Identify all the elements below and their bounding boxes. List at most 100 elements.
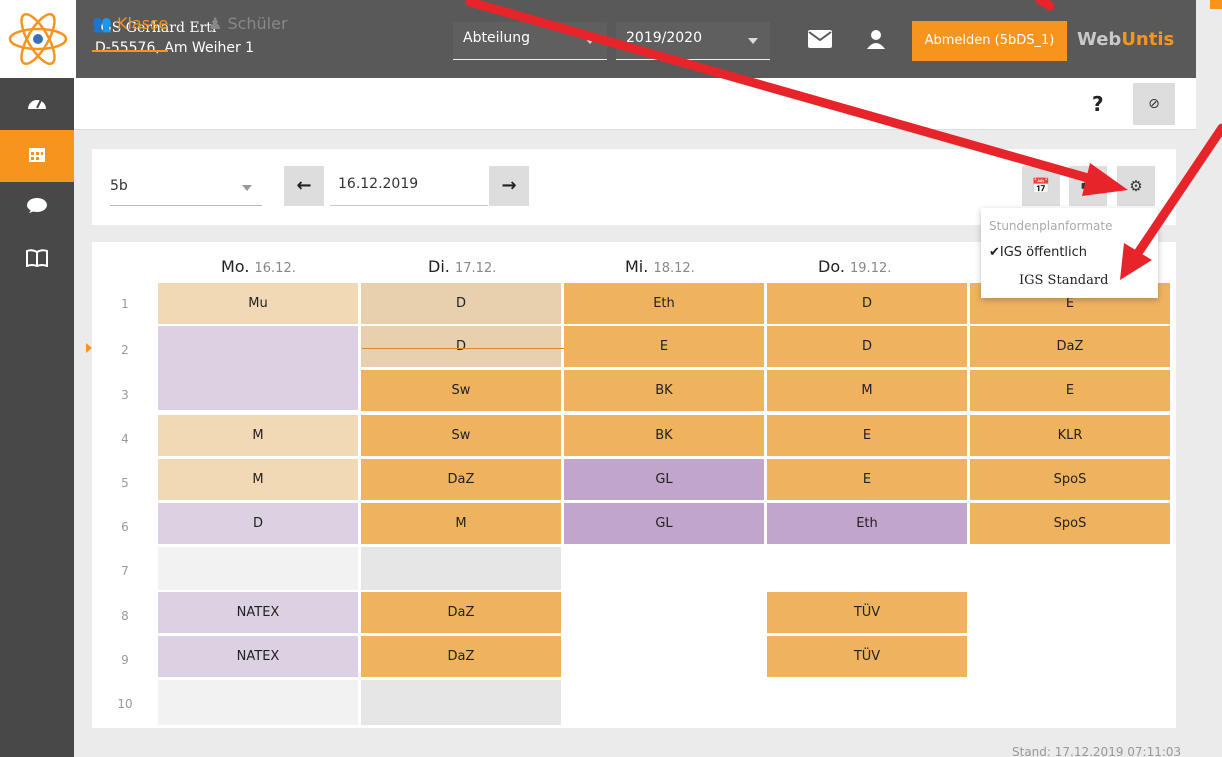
school-logo[interactable] (0, 0, 76, 78)
chevron-down-icon (242, 185, 252, 191)
day-name: Mi. (625, 257, 649, 276)
period-number: 3 (121, 388, 129, 402)
lesson-cell[interactable]: D (361, 283, 561, 324)
empty-cell (361, 680, 561, 725)
lesson-cell[interactable]: SpoS (970, 459, 1170, 500)
department-select[interactable]: Abteilung (453, 22, 607, 60)
school-year-select[interactable]: 2019/2020 (616, 22, 770, 60)
lesson-cell[interactable]: D (361, 326, 561, 367)
lesson-cell[interactable]: M (767, 370, 967, 411)
day-name: Do. (818, 257, 845, 276)
day-name: Di. (428, 257, 450, 276)
period-number: 10 (117, 697, 133, 711)
print-button[interactable]: 🖶 (1069, 166, 1107, 206)
strikethrough-line (362, 348, 566, 349)
empty-cell (158, 680, 358, 725)
tab-schueler-label: Schüler (227, 14, 288, 33)
lesson-cell[interactable]: DaZ (970, 326, 1170, 367)
empty-cell (361, 547, 561, 590)
menu-item-igs-standard[interactable]: IGS Standard (1019, 273, 1108, 288)
lesson-cell[interactable]: NATEX (158, 592, 358, 633)
calendar-icon (29, 148, 45, 162)
lesson-cell[interactable]: SpoS (970, 503, 1170, 544)
lesson-cell[interactable]: BK (564, 415, 764, 456)
sidebar-item-dashboard[interactable] (0, 78, 74, 130)
lesson-cell[interactable]: Sw (361, 370, 561, 411)
lesson-cell[interactable]: TÜV (767, 636, 967, 677)
dashboard-icon (28, 99, 46, 109)
class-select[interactable]: 5b (110, 168, 262, 206)
empty-cell (158, 547, 358, 590)
chat-icon (27, 198, 47, 213)
day-name: Mo. (221, 257, 250, 276)
sidebar-item-messages[interactable] (0, 182, 74, 234)
help-icon[interactable]: ? (1092, 92, 1104, 116)
tab-klasse[interactable]: 👥 Klasse (92, 14, 169, 52)
menu-item-igs-oeffentlich[interactable]: ✔IGS öffentlich (989, 245, 1087, 260)
eye-slash-icon: ⊘ (1148, 96, 1160, 112)
current-period-marker (86, 343, 92, 353)
hide-eye-button[interactable]: ⊘ (1133, 83, 1175, 125)
period-number: 9 (121, 653, 129, 667)
school-year-value: 2019/2020 (626, 30, 702, 46)
class-icon: 👥 (92, 14, 112, 33)
lesson-cell[interactable] (158, 326, 358, 410)
next-week-button[interactable]: → (489, 166, 529, 206)
lesson-cell[interactable]: M (361, 503, 561, 544)
lesson-cell[interactable]: GL (564, 503, 764, 544)
brand-web: Web (1077, 29, 1122, 50)
sub-navigation (74, 78, 1196, 130)
user-icon[interactable] (866, 29, 886, 55)
printer-icon: 🖶 (1080, 177, 1096, 195)
menu-header: Stundenplanformate (989, 219, 1113, 233)
lesson-cell[interactable]: KLR (970, 415, 1170, 456)
lesson-cell[interactable]: Sw (361, 415, 561, 456)
previous-week-button[interactable]: ← (284, 166, 324, 206)
lesson-cell[interactable]: Eth (767, 503, 967, 544)
lesson-cell[interactable]: D (767, 326, 967, 367)
mail-icon[interactable] (808, 29, 832, 54)
sidebar-item-classbook[interactable] (0, 234, 74, 286)
lesson-cell[interactable]: D (767, 283, 967, 324)
lesson-cell[interactable]: DaZ (361, 592, 561, 633)
lesson-cell[interactable]: GL (564, 459, 764, 500)
lesson-cell[interactable]: E (767, 415, 967, 456)
gear-icon: ⚙ (1129, 177, 1143, 195)
sidebar-item-timetable[interactable] (0, 130, 74, 182)
atom-icon (8, 12, 68, 66)
date-input[interactable]: 16.12.2019 (330, 166, 488, 206)
lesson-cell[interactable]: E (970, 370, 1170, 411)
lesson-cell[interactable]: E (564, 326, 764, 367)
lesson-cell[interactable]: DaZ (361, 636, 561, 677)
timetable-format-menu: Stundenplanformate ✔IGS öffentlich IGS S… (981, 208, 1158, 298)
calendar-button[interactable]: 📅 (1022, 166, 1060, 206)
logout-button[interactable]: Abmelden (5bDS_1) (912, 21, 1067, 61)
webuntis-brand: WebUntis (1077, 29, 1174, 50)
lesson-cell[interactable]: DaZ (361, 459, 561, 500)
day-date: 16.12. (254, 261, 296, 276)
chevron-down-icon (748, 38, 758, 44)
lesson-cell[interactable]: NATEX (158, 636, 358, 677)
lesson-cell[interactable]: TÜV (767, 592, 967, 633)
lesson-cell[interactable]: BK (564, 370, 764, 411)
department-label: Abteilung (463, 30, 530, 46)
class-value: 5b (110, 178, 128, 194)
day-header-do: Do. 19.12. (818, 257, 891, 276)
period-number: 2 (121, 343, 129, 357)
tab-schueler[interactable]: ♟ Schüler (208, 14, 288, 52)
lesson-cell[interactable]: D (158, 503, 358, 544)
student-icon: ♟ (208, 14, 223, 33)
lesson-cell[interactable]: Eth (564, 283, 764, 324)
brand-untis: Untis (1121, 29, 1175, 50)
settings-button[interactable]: ⚙ (1117, 166, 1155, 206)
period-number: 8 (121, 609, 129, 623)
day-header-mi: Mi. 18.12. (625, 257, 695, 276)
day-date: 19.12. (850, 261, 892, 276)
lesson-cell[interactable]: M (158, 459, 358, 500)
lesson-cell[interactable]: E (767, 459, 967, 500)
arrow-right-icon: → (501, 175, 517, 196)
last-updated: Stand: 17.12.2019 07:11:03 (1012, 745, 1182, 757)
day-header-di: Di. 17.12. (428, 257, 496, 276)
lesson-cell[interactable]: Mu (158, 283, 358, 324)
lesson-cell[interactable]: M (158, 415, 358, 456)
